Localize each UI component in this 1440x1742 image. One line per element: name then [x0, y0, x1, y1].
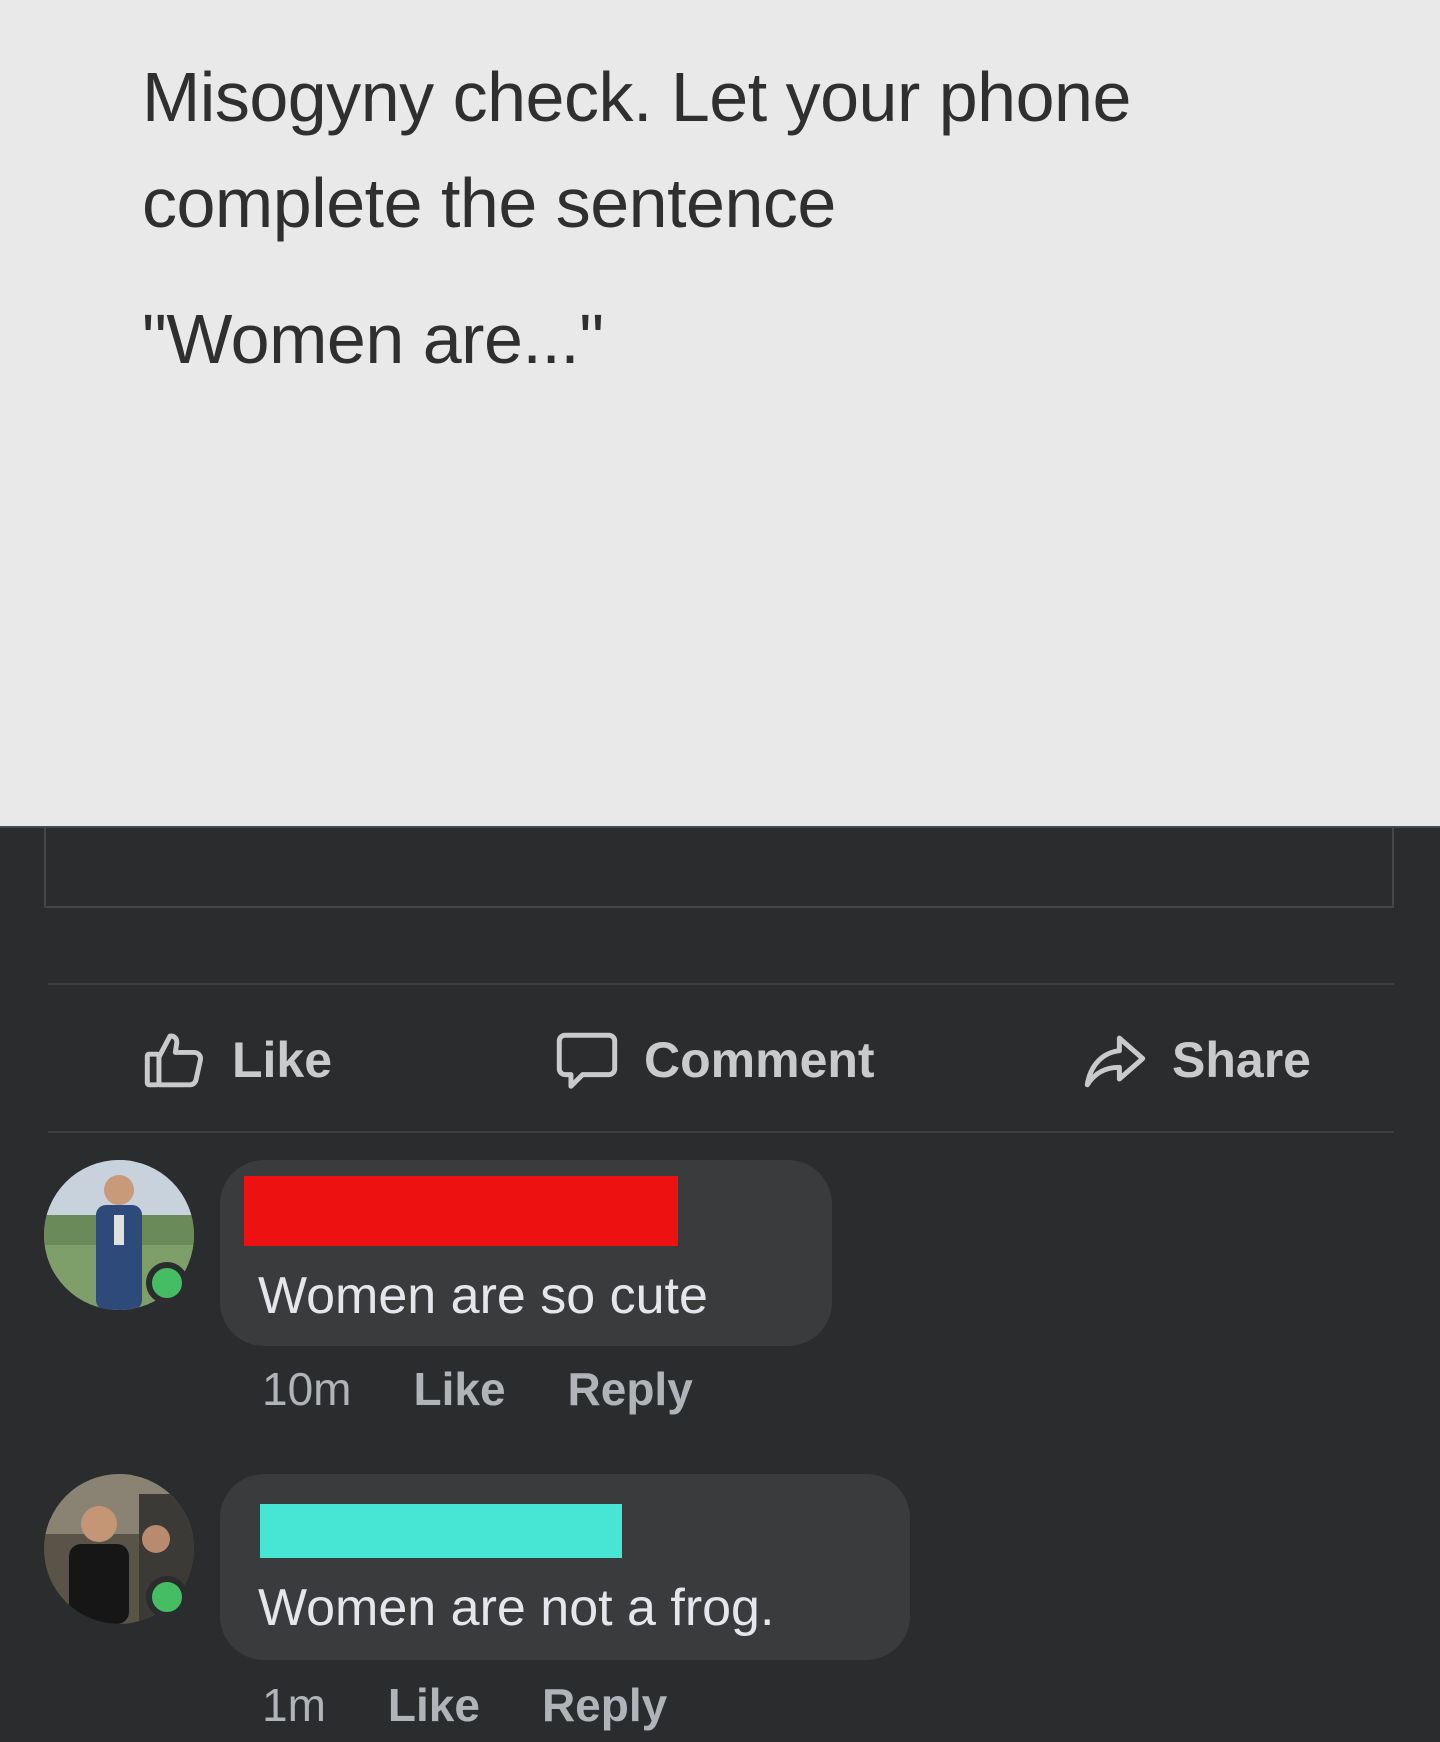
share-button-label: Share [1172, 1032, 1311, 1088]
post-text: Misogyny check. Let your phone complete … [142, 44, 1342, 392]
comment-reply-link[interactable]: Reply [568, 1362, 693, 1416]
post-action-bar: Like Comment Share [48, 985, 1394, 1135]
like-button[interactable]: Like [140, 1027, 332, 1093]
comment-item: Women are so cute 10m Like Reply [44, 1160, 1394, 1420]
redacted-name-bar [244, 1176, 678, 1246]
post-text-quote: "Women are..." [142, 300, 604, 378]
comment-bubble[interactable]: Women are so cute [220, 1160, 832, 1346]
comment-meta: 1m Like Reply [262, 1678, 729, 1732]
comment-bubble-icon [556, 1032, 618, 1089]
facebook-post-view: Misogyny check. Let your phone complete … [0, 0, 1440, 1742]
online-status-dot [146, 1576, 188, 1618]
comment-timestamp: 1m [262, 1679, 326, 1731]
comment-timestamp: 10m [262, 1363, 352, 1415]
comment-button-label: Comment [644, 1032, 875, 1088]
comment-like-link[interactable]: Like [388, 1678, 480, 1732]
online-status-dot [146, 1262, 188, 1304]
share-arrow-icon [1084, 1035, 1146, 1088]
comment-text: Women are not a frog. [258, 1579, 775, 1637]
comment-reply-link[interactable]: Reply [542, 1678, 667, 1732]
comment-bubble[interactable]: Women are not a frog. [220, 1474, 910, 1660]
link-preview-box [44, 828, 1394, 908]
post-text-line-1: Misogyny check. Let your phone [142, 58, 1131, 136]
divider-bottom [48, 1131, 1394, 1133]
post-image-card[interactable]: Misogyny check. Let your phone complete … [0, 0, 1440, 828]
share-button[interactable]: Share [1080, 1027, 1311, 1093]
comment-like-link[interactable]: Like [413, 1362, 505, 1416]
comment-item: Women are not a frog. 1m Like Reply [44, 1474, 1394, 1742]
post-text-line-2: complete the sentence [142, 164, 836, 242]
thumbs-up-icon [144, 1033, 203, 1088]
redacted-name-bar [260, 1504, 622, 1558]
comment-text: Women are so cute [258, 1267, 708, 1325]
like-button-label: Like [232, 1032, 333, 1088]
comment-meta: 10m Like Reply [262, 1362, 755, 1416]
